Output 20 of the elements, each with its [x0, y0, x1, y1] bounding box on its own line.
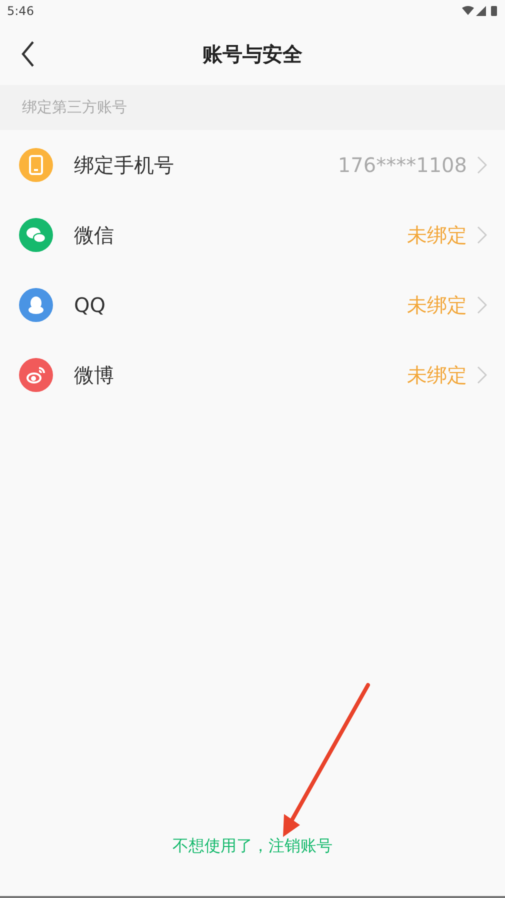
account-status: 176****1108 [338, 152, 467, 179]
account-row[interactable]: 微信 未绑定 [0, 200, 505, 270]
account-label: 绑定手机号 [74, 152, 174, 179]
chevron-icon [477, 296, 487, 314]
account-row[interactable]: QQ 未绑定 [0, 270, 505, 340]
status-icons [462, 5, 498, 17]
chevron-icon [477, 226, 487, 244]
account-status: 未绑定 [407, 292, 467, 319]
account-label: 微博 [74, 362, 114, 389]
account-label: 微信 [74, 222, 114, 249]
account-row[interactable]: 微博 未绑定 [0, 340, 505, 410]
status-time: 5:46 [7, 3, 34, 20]
page-title: 账号与安全 [202, 40, 302, 68]
account-row[interactable]: 绑定手机号 176****1108 [0, 130, 505, 200]
chevron-icon [477, 366, 487, 384]
section-title: 绑定第三方账号 [22, 97, 127, 118]
account-status: 未绑定 [407, 222, 467, 249]
account-label: QQ [74, 292, 106, 319]
account-status: 未绑定 [407, 362, 467, 389]
chevron-icon [477, 156, 487, 174]
